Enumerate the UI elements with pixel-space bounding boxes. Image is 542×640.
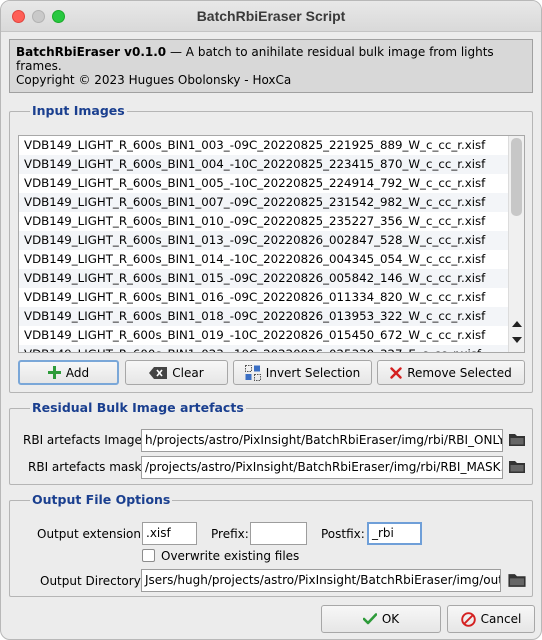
cancel-button[interactable]: Cancel: [447, 605, 535, 633]
file-list-item[interactable]: VDB149_LIGHT_R_600s_BIN1_007_-09C_202208…: [19, 193, 508, 212]
output-options-title: Output File Options: [30, 492, 173, 507]
window-title: BatchRbiEraser Script: [196, 8, 346, 24]
scrollbar-thumb[interactable]: [511, 138, 522, 216]
output-directory-folder-icon[interactable]: [508, 573, 526, 588]
copyright-text: Copyright © 2023 Hugues Obolonsky - HoxC…: [16, 73, 292, 87]
file-list-item[interactable]: VDB149_LIGHT_R_600s_BIN1_003_-09C_202208…: [19, 136, 508, 155]
erase-icon: [149, 366, 168, 379]
file-list-item[interactable]: VDB149_LIGHT_R_600s_BIN1_005_-10C_202208…: [19, 174, 508, 193]
remove-selected-label: Remove Selected: [407, 365, 512, 380]
script-name: BatchRbiEraser v0.1.0: [16, 45, 167, 59]
remove-x-icon: [390, 366, 402, 379]
clear-button[interactable]: Clear: [125, 360, 228, 385]
script-dialog: BatchRbiEraser Script BatchRbiEraser v0.…: [0, 0, 542, 640]
file-list-item[interactable]: VDB149_LIGHT_R_600s_BIN1_023_-10C_202208…: [19, 345, 508, 352]
plus-icon: [47, 366, 61, 379]
scroll-down-arrow-icon[interactable]: [512, 337, 522, 343]
script-info-box: BatchRbiEraser v0.1.0 — A batch to anihi…: [9, 39, 533, 93]
scroll-up-arrow-icon[interactable]: [512, 321, 522, 327]
cancel-button-label: Cancel: [480, 612, 522, 626]
rbi-artefacts-title: Residual Bulk Image artefacts: [30, 400, 246, 415]
file-list-item[interactable]: VDB149_LIGHT_R_600s_BIN1_018_-09C_202208…: [19, 307, 508, 326]
output-directory-field[interactable]: Jsers/hugh/projects/astro/PixInsight/Bat…: [141, 569, 501, 592]
add-button[interactable]: Add: [18, 360, 119, 385]
overwrite-label: Overwrite existing files: [161, 549, 300, 563]
title-bar: BatchRbiEraser Script: [1, 1, 541, 32]
output-extension-label: Output extension:: [37, 527, 146, 541]
file-list-item[interactable]: VDB149_LIGHT_R_600s_BIN1_004_-10C_202208…: [19, 155, 508, 174]
postfix-field[interactable]: _rbi: [367, 522, 422, 545]
checkmark-icon: [362, 613, 377, 625]
output-directory-label: Output Directory:: [40, 574, 144, 588]
file-list-item[interactable]: VDB149_LIGHT_R_600s_BIN1_015_-09C_202208…: [19, 269, 508, 288]
file-list-item[interactable]: VDB149_LIGHT_R_600s_BIN1_019_-10C_202208…: [19, 326, 508, 345]
rbi-image-folder-icon[interactable]: [509, 433, 525, 447]
ok-button-label: OK: [381, 612, 400, 626]
clear-button-label: Clear: [172, 365, 204, 380]
prefix-label: Prefix:: [211, 527, 249, 541]
invert-selection-button[interactable]: Invert Selection: [233, 360, 372, 385]
remove-selected-button[interactable]: Remove Selected: [377, 360, 525, 385]
prefix-field[interactable]: [250, 522, 307, 545]
file-list-item[interactable]: VDB149_LIGHT_R_600s_BIN1_014_-10C_202208…: [19, 250, 508, 269]
invert-selection-label: Invert Selection: [265, 365, 361, 380]
input-files-list[interactable]: VDB149_LIGHT_R_600s_BIN1_003_-09C_202208…: [18, 135, 525, 353]
rbi-mask-label: RBI artefacts mask:: [28, 460, 146, 474]
cancel-icon: [460, 611, 476, 627]
postfix-label: Postfix:: [321, 527, 365, 541]
file-list-item[interactable]: VDB149_LIGHT_R_600s_BIN1_016_-09C_202208…: [19, 288, 508, 307]
rbi-mask-path-field[interactable]: /projects/astro/PixInsight/BatchRbiErase…: [141, 456, 503, 479]
rbi-image-label: RBI artefacts Image:: [23, 433, 146, 447]
ok-button[interactable]: OK: [321, 605, 441, 633]
file-list-item[interactable]: VDB149_LIGHT_R_600s_BIN1_013_-09C_202208…: [19, 231, 508, 250]
rbi-mask-folder-icon[interactable]: [509, 460, 525, 474]
overwrite-checkbox[interactable]: [142, 549, 155, 562]
file-list-item[interactable]: VDB149_LIGHT_R_600s_BIN1_010_-09C_202208…: [19, 212, 508, 231]
rbi-image-path-field[interactable]: h/projects/astro/PixInsight/BatchRbiEras…: [141, 429, 503, 452]
input-images-title: Input Images: [30, 103, 127, 118]
list-scrollbar[interactable]: [508, 136, 524, 352]
script-info-line: BatchRbiEraser v0.1.0 — A batch to anihi…: [16, 45, 532, 73]
invert-selection-icon: [244, 364, 261, 381]
output-extension-field[interactable]: .xisf: [142, 522, 197, 545]
add-button-label: Add: [65, 365, 90, 380]
